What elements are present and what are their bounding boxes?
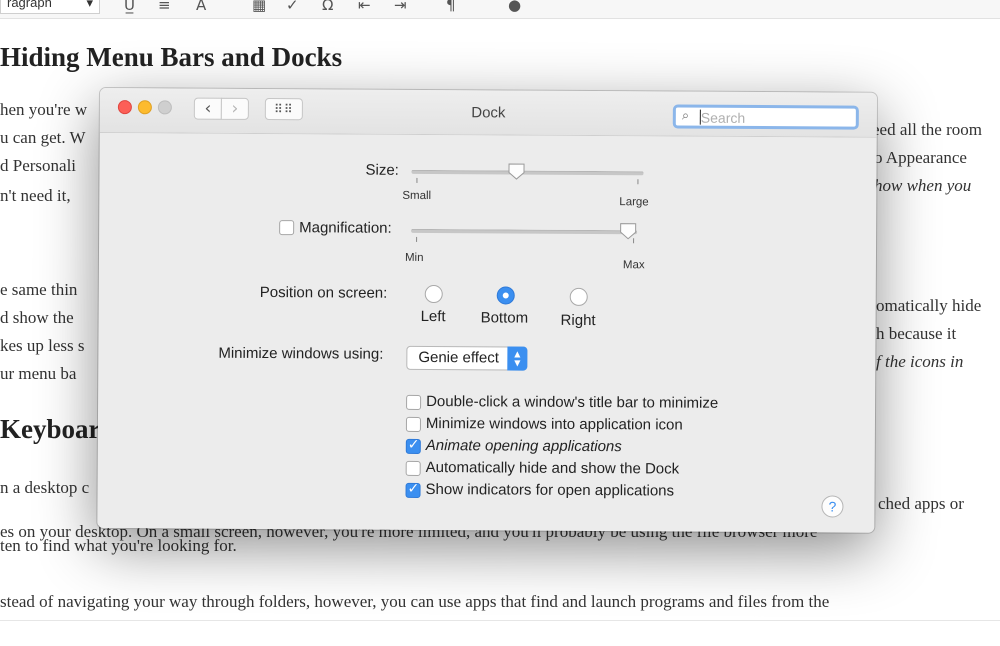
size-slider-thumb[interactable]: [508, 162, 526, 180]
doc-text-line: e same thin: [0, 280, 78, 299]
doc-text-line: o Appearance: [874, 148, 967, 167]
title-bar[interactable]: ‹ › ⠿⠿ Dock ⌕ Search: [99, 88, 877, 138]
minimize-effect-popup[interactable]: Genie effect ▲ ▼: [406, 345, 528, 371]
magnification-checkbox[interactable]: [279, 220, 295, 236]
section-heading: Keyboar: [0, 414, 101, 444]
align-justify-icon[interactable]: ≡: [158, 0, 171, 14]
magnification-min-label: Min: [404, 251, 424, 264]
doc-text-line: kes up less s: [0, 336, 85, 355]
paste-text-icon[interactable]: ▦: [252, 0, 266, 14]
doc-text-line: how when you: [874, 176, 972, 195]
minimize-effect-value: Genie effect: [418, 348, 500, 367]
size-label: Size:: [365, 161, 399, 179]
slider-tick: [416, 236, 418, 242]
doc-text-line: ched apps or: [878, 494, 964, 513]
size-max-label: Large: [619, 196, 649, 209]
position-right-label: Right: [560, 311, 596, 330]
auto-hide-dock-checkbox[interactable]: [405, 460, 421, 476]
doc-text-line: stead of navigating your way through fol…: [0, 592, 830, 611]
position-label: Position on screen:: [259, 283, 388, 302]
doc-text-line: d show the: [0, 308, 74, 327]
show-indicators-label: Show indicators for open applications: [425, 480, 675, 500]
minimize-into-icon-label: Minimize windows into application icon: [425, 414, 683, 434]
format-select-value: ragraph: [7, 0, 52, 10]
magnification-label: Magnification:: [299, 219, 392, 237]
doc-text-line: omatically hide: [876, 296, 982, 315]
slider-tick: [637, 179, 639, 185]
dock-preferences-window: ‹ › ⠿⠿ Dock ⌕ Search Size: Small Large M…: [97, 88, 877, 533]
slider-tick: [416, 177, 418, 183]
article-heading: Hiding Menu Bars and Docks: [0, 42, 343, 72]
help-icon[interactable]: ●: [508, 0, 521, 14]
popup-arrows-icon: ▲ ▼: [507, 346, 528, 371]
position-bottom-label: Bottom: [480, 309, 529, 327]
position-right-radio[interactable]: [569, 287, 588, 306]
position-left-radio[interactable]: [424, 284, 443, 304]
doc-text-line: f the icons in: [876, 352, 964, 371]
minimize-using-label: Minimize windows using:: [218, 344, 384, 363]
animate-opening-label: Animate opening applications: [425, 436, 622, 456]
spellcheck-icon[interactable]: ✓: [286, 0, 299, 14]
special-char-icon[interactable]: Ω: [322, 0, 333, 14]
magnification-slider[interactable]: [411, 228, 638, 235]
animate-opening-checkbox[interactable]: [405, 438, 421, 454]
doc-text-line: n't need it,: [0, 186, 71, 205]
magnification-slider-thumb[interactable]: [619, 222, 637, 240]
minimize-into-icon-checkbox[interactable]: [405, 416, 421, 432]
search-placeholder: Search: [700, 109, 746, 126]
auto-hide-dock-label: Automatically hide and show the Dock: [425, 458, 680, 478]
doc-text-line: ur menu ba: [0, 364, 77, 383]
size-slider[interactable]: [411, 169, 644, 176]
doc-text-line: d Personali: [0, 156, 77, 175]
position-left-label: Left: [420, 307, 446, 326]
chevron-down-icon: ▾: [86, 0, 93, 10]
format-select[interactable]: ragraph ▾: [0, 0, 100, 14]
doc-text-line: eed all the room: [872, 120, 982, 139]
divider: [0, 620, 1000, 621]
show-indicators-checkbox[interactable]: [405, 482, 421, 498]
size-min-label: Small: [402, 189, 432, 203]
magnification-max-label: Max: [622, 259, 645, 272]
search-field[interactable]: ⌕ Search: [672, 104, 859, 130]
doc-text-line: u can get. W: [0, 128, 86, 147]
doc-text-line: hen you're w: [0, 100, 88, 119]
indent-icon[interactable]: ⇥: [394, 0, 407, 14]
underline-icon[interactable]: U̲: [124, 0, 135, 14]
doc-text-line: ten to find what you're looking for.: [0, 536, 237, 555]
outdent-icon[interactable]: ⇤: [358, 0, 371, 14]
double-click-minimize-checkbox[interactable]: [406, 394, 422, 410]
text-color-icon[interactable]: A: [196, 0, 206, 14]
paragraph-icon[interactable]: ¶: [446, 0, 456, 14]
search-icon: ⌕: [681, 108, 690, 124]
editor-toolbar: ragraph ▾ U̲ ≡ A ▦ ✓ Ω ⇤ ⇥ ¶ ●: [0, 0, 1000, 19]
doc-text-line: h because it: [876, 324, 957, 343]
help-button[interactable]: ?: [821, 495, 844, 518]
doc-text-line: n a desktop c: [0, 478, 90, 497]
double-click-minimize-label: Double-click a window's title bar to min…: [426, 392, 719, 412]
position-bottom-radio[interactable]: [496, 286, 515, 305]
